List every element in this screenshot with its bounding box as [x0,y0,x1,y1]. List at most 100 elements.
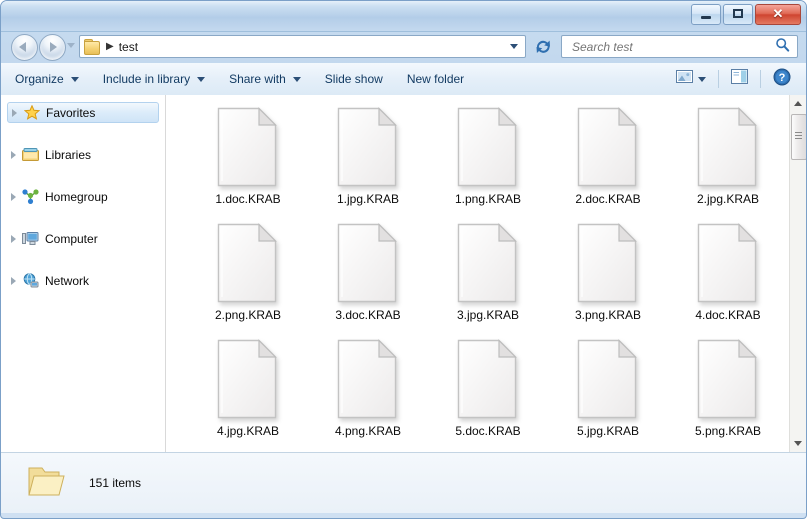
help-button[interactable]: ? [768,65,796,94]
computer-icon [22,231,39,247]
file-item[interactable]: 3.jpg.KRAB [428,223,548,339]
window-controls: ✕ [691,4,801,25]
file-item[interactable]: 5.doc.KRAB [428,339,548,452]
file-item[interactable]: 5.png.KRAB [668,339,788,452]
file-name-label: 5.doc.KRAB [455,424,520,438]
file-list-pane[interactable]: 1.doc.KRAB 1.jpg.KRAB 1.png.KRAB 2.doc.KRAB… [166,95,806,452]
document-file-icon [457,107,519,187]
sidebar-item-libraries[interactable]: Libraries [7,144,159,165]
file-name-label: 5.png.KRAB [695,424,761,438]
toolbar-item-organize[interactable]: Organize [5,68,89,90]
maximize-button[interactable] [723,4,753,25]
document-file-icon [337,107,399,187]
file-item[interactable]: 1.png.KRAB [428,107,548,223]
chevron-right-icon[interactable] [11,235,16,243]
chevron-down-icon [794,441,802,446]
item-count-label: 151 items [89,476,141,490]
file-item[interactable]: 3.doc.KRAB [308,223,428,339]
document-file-icon [337,223,399,303]
preview-pane-button[interactable] [726,66,753,92]
toolbar-label: Organize [15,72,64,86]
chevron-right-icon[interactable] [12,109,17,117]
search-icon [775,37,790,57]
file-item[interactable]: 1.doc.KRAB [188,107,308,223]
forward-arrow-icon [50,42,57,52]
title-bar: ✕ [1,1,806,32]
file-item[interactable]: 2.png.KRAB [188,223,308,339]
help-icon: ? [773,68,791,91]
sidebar-item-network[interactable]: Network [7,270,159,291]
file-item[interactable]: 2.jpg.KRAB [668,107,788,223]
toolbar-label: Share with [229,72,286,86]
recent-pages-dropdown-icon[interactable] [67,43,75,48]
document-file-icon [457,223,519,303]
scroll-down-button[interactable] [790,435,806,452]
sidebar-item-label: Computer [45,232,98,246]
homegroup-icon [22,189,39,205]
chevron-down-icon [698,77,706,82]
document-file-icon [457,339,519,419]
toolbar-right-group: ? [671,65,806,94]
command-toolbar: Organize Include in library Share with S… [1,63,806,96]
file-name-label: 4.doc.KRAB [695,308,760,322]
back-button[interactable] [11,34,38,61]
document-file-icon [697,223,759,303]
chevron-right-icon[interactable] [11,193,16,201]
document-file-icon [697,339,759,419]
file-item[interactable]: 3.png.KRAB [548,223,668,339]
change-view-button[interactable] [671,66,711,92]
network-icon [22,273,39,289]
close-button[interactable]: ✕ [755,4,801,25]
sidebar-item-label: Libraries [45,148,91,162]
minimize-button[interactable] [691,4,721,25]
toolbar-item-share-with[interactable]: Share with [219,68,311,90]
chevron-right-icon[interactable] [11,277,16,285]
close-icon: ✕ [756,5,800,24]
navigation-pane: Favorites Libraries [1,95,166,452]
search-input[interactable] [570,39,775,55]
address-history-chevron-down-icon[interactable] [510,44,518,49]
chevron-up-icon [794,101,802,106]
sidebar-item-label: Homegroup [45,190,108,204]
refresh-button[interactable] [532,35,555,58]
vertical-scrollbar[interactable] [789,95,806,452]
forward-button[interactable] [39,34,66,61]
chevron-down-icon [293,77,301,82]
maximize-icon [733,9,743,18]
file-name-label: 1.jpg.KRAB [337,192,399,206]
document-file-icon [697,107,759,187]
preview-pane-icon [731,69,748,89]
file-item[interactable]: 1.jpg.KRAB [308,107,428,223]
minimize-icon [701,16,711,19]
scroll-up-button[interactable] [790,95,806,112]
file-item[interactable]: 2.doc.KRAB [548,107,668,223]
toolbar-divider [760,70,761,88]
file-name-label: 2.jpg.KRAB [697,192,759,206]
breadcrumb-current-folder[interactable]: test [119,40,138,54]
sidebar-item-computer[interactable]: Computer [7,228,159,249]
toolbar-item-include-in-library[interactable]: Include in library [93,68,215,90]
folder-icon [23,464,67,502]
file-item[interactable]: 4.png.KRAB [308,339,428,452]
file-name-label: 2.png.KRAB [215,308,281,322]
toolbar-item-slide-show[interactable]: Slide show [315,68,393,90]
chevron-right-icon[interactable] [11,151,16,159]
navigation-bar: ▶ test [1,31,806,63]
scrollbar-thumb[interactable] [791,114,806,160]
search-box[interactable] [561,35,798,58]
refresh-icon [532,35,555,58]
address-bar[interactable]: ▶ test [79,35,526,58]
file-name-label: 3.jpg.KRAB [457,308,519,322]
toolbar-item-new-folder[interactable]: New folder [397,68,474,90]
file-item[interactable]: 5.jpg.KRAB [548,339,668,452]
document-file-icon [337,339,399,419]
file-item[interactable]: 4.doc.KRAB [668,223,788,339]
file-name-label: 1.png.KRAB [455,192,521,206]
chevron-down-icon [71,77,79,82]
sidebar-item-favorites[interactable]: Favorites [7,102,159,123]
file-item[interactable]: 4.jpg.KRAB [188,339,308,452]
chevron-down-icon [197,77,205,82]
sidebar-item-homegroup[interactable]: Homegroup [7,186,159,207]
change-view-icon [676,69,693,89]
scrollbar-grip-icon [795,132,802,133]
